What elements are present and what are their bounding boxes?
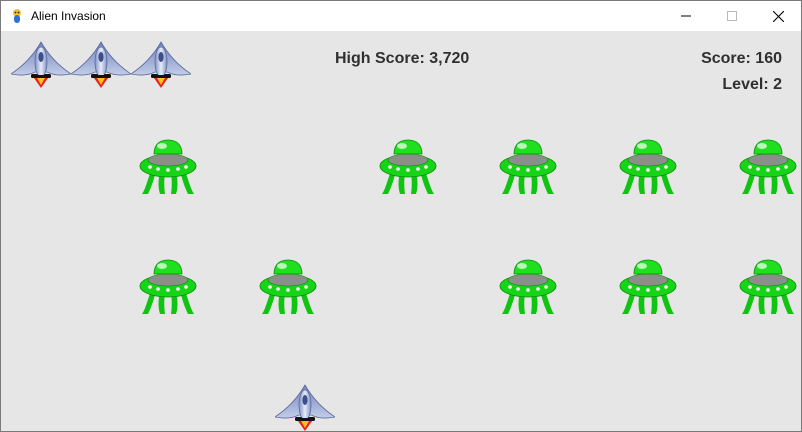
- window-title: Alien Invasion: [31, 9, 106, 23]
- alien-ship: [499, 139, 557, 195]
- minimize-icon: [681, 15, 691, 17]
- alien-ship: [139, 259, 197, 315]
- minimize-button[interactable]: [663, 1, 709, 31]
- alien-ship: [499, 259, 557, 315]
- life-ship-icon: [131, 41, 191, 88]
- title-bar[interactable]: Alien Invasion: [1, 1, 801, 31]
- pygame-snake-icon: [13, 9, 21, 23]
- alien-ship: [619, 139, 677, 195]
- close-button[interactable]: [755, 1, 801, 31]
- alien-ship: [259, 259, 317, 315]
- alien-ship: [139, 139, 197, 195]
- alien-ship: [379, 139, 437, 195]
- maximize-button[interactable]: [709, 1, 755, 31]
- life-ship-icon: [11, 41, 71, 88]
- close-icon: [772, 10, 784, 22]
- maximize-icon: [727, 11, 737, 21]
- player-ship: [275, 384, 335, 431]
- game-area[interactable]: High Score: 3,720 Score: 160 Level: 2: [1, 31, 801, 431]
- level: Level: 2: [722, 76, 782, 93]
- score: Score: 160: [701, 50, 782, 67]
- alien-ship: [739, 259, 797, 315]
- game-window: Alien Invasion High Score: 3,720 Score: …: [0, 0, 802, 432]
- high-score: High Score: 3,720: [335, 50, 470, 67]
- alien-ship: [619, 259, 677, 315]
- alien-ship: [739, 139, 797, 195]
- life-ship-icon: [71, 41, 131, 88]
